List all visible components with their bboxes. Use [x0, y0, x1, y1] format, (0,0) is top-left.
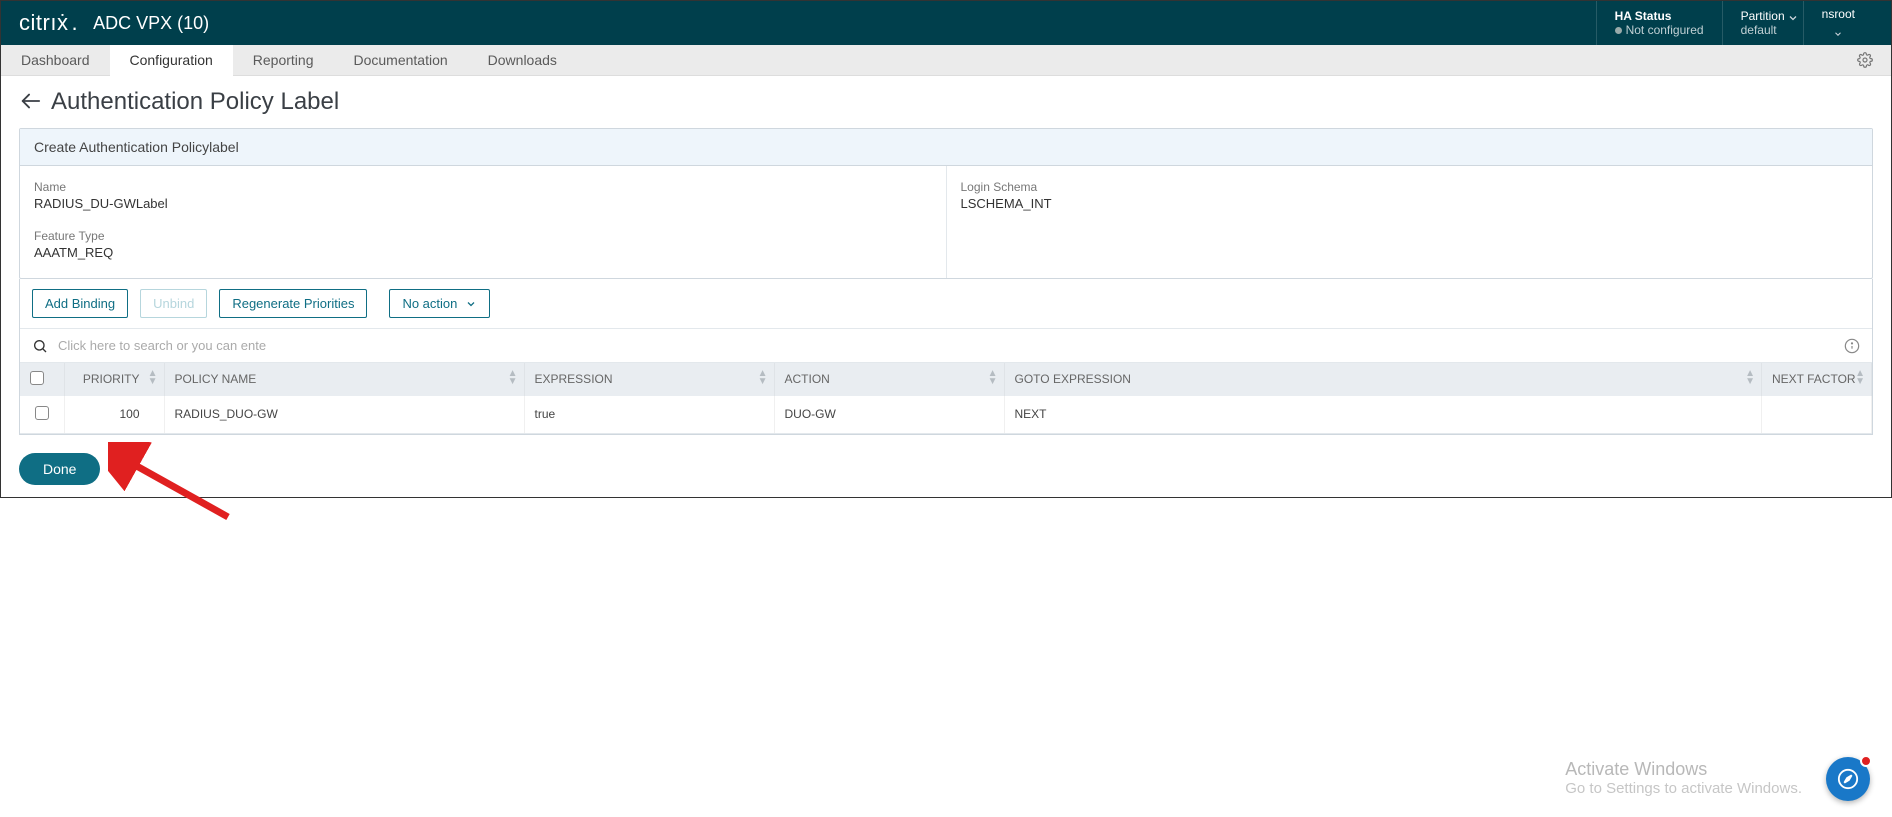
row-checkbox-cell[interactable]	[20, 396, 64, 434]
header-left-group: citrıẋ ADC VPX (10)	[19, 10, 209, 36]
table-row[interactable]: 100 RADIUS_DUO-GW true DUO-GW NEXT	[20, 396, 1872, 434]
partition-title: Partition	[1741, 9, 1785, 23]
add-binding-button[interactable]: Add Binding	[32, 289, 128, 318]
tab-dashboard[interactable]: Dashboard	[1, 45, 110, 76]
sort-icon: ▲▼	[988, 370, 998, 386]
feature-type-label: Feature Type	[34, 229, 932, 243]
toolbar: Add Binding Unbind Regenerate Priorities…	[20, 279, 1872, 329]
search-icon	[32, 337, 48, 354]
no-action-dropdown[interactable]: No action	[389, 289, 490, 318]
col-action[interactable]: ACTION▲▼	[774, 363, 1004, 396]
info-icon	[1844, 338, 1860, 354]
details-panel: Create Authentication Policylabel Name R…	[19, 128, 1873, 279]
windows-watermark: Activate Windows Go to Settings to activ…	[1565, 759, 1802, 797]
name-value: RADIUS_DU-GWLabel	[34, 196, 932, 211]
checkbox-icon	[30, 371, 44, 385]
search-input[interactable]	[58, 338, 1844, 353]
tab-documentation[interactable]: Documentation	[333, 45, 467, 76]
no-action-label: No action	[402, 296, 457, 311]
tab-reporting[interactable]: Reporting	[233, 45, 334, 76]
cell-priority: 100	[64, 396, 164, 434]
sort-icon: ▲▼	[1745, 370, 1755, 386]
watermark-title: Activate Windows	[1565, 759, 1802, 780]
top-header: citrıẋ ADC VPX (10) HA Status Not config…	[1, 1, 1891, 45]
cell-policy-name: RADIUS_DUO-GW	[164, 396, 524, 434]
back-button[interactable]	[19, 90, 41, 115]
tab-bar: Dashboard Configuration Reporting Docume…	[1, 45, 1891, 76]
sort-icon: ▲▼	[148, 370, 158, 386]
unbind-button[interactable]: Unbind	[140, 289, 207, 318]
settings-gear-button[interactable]	[1857, 51, 1873, 68]
search-row	[20, 329, 1872, 363]
page-title: Authentication Policy Label	[51, 88, 339, 116]
login-schema-value: LSCHEMA_INT	[961, 196, 1859, 211]
cell-next-factor	[1762, 396, 1872, 434]
done-button[interactable]: Done	[19, 453, 100, 485]
watermark-subtitle: Go to Settings to activate Windows.	[1565, 780, 1802, 797]
cell-goto-expression: NEXT	[1004, 396, 1762, 434]
bindings-table: PRIORITY▲▼ POLICY NAME▲▼ EXPRESSION▲▼ AC…	[20, 363, 1872, 434]
partition-value: default	[1741, 23, 1785, 37]
col-priority[interactable]: PRIORITY▲▼	[64, 363, 164, 396]
tab-downloads[interactable]: Downloads	[468, 45, 577, 76]
status-dot-icon	[1615, 27, 1622, 34]
ha-status-value: Not configured	[1626, 23, 1704, 37]
gear-icon	[1857, 52, 1873, 68]
page-body: Authentication Policy Label Create Authe…	[1, 76, 1891, 497]
header-right-group: HA Status Not configured Partition defau…	[1596, 1, 1873, 45]
help-fab-button[interactable]	[1826, 757, 1870, 801]
ha-status-title: HA Status	[1615, 9, 1704, 23]
cell-expression: true	[524, 396, 774, 434]
citrix-logo: citrıẋ	[19, 10, 75, 36]
back-arrow-icon	[19, 90, 41, 112]
ha-status-block[interactable]: HA Status Not configured	[1596, 1, 1722, 45]
panel-header: Create Authentication Policylabel	[20, 129, 1872, 166]
panel-left-column: Name RADIUS_DU-GWLabel Feature Type AAAT…	[20, 166, 947, 278]
panel-right-column: Login Schema LSCHEMA_INT	[947, 166, 1873, 278]
binding-list-panel: Add Binding Unbind Regenerate Priorities…	[19, 279, 1873, 435]
cell-action: DUO-GW	[774, 396, 1004, 434]
name-label: Name	[34, 180, 932, 194]
user-block[interactable]: nsroot	[1803, 1, 1873, 45]
login-schema-label: Login Schema	[961, 180, 1859, 194]
page-title-row: Authentication Policy Label	[19, 88, 1873, 116]
tab-configuration[interactable]: Configuration	[110, 45, 233, 76]
panel-body: Name RADIUS_DU-GWLabel Feature Type AAAT…	[20, 166, 1872, 278]
regenerate-priorities-button[interactable]: Regenerate Priorities	[219, 289, 367, 318]
col-expression[interactable]: EXPRESSION▲▼	[524, 363, 774, 396]
chevron-down-icon	[1787, 12, 1799, 24]
checkbox-icon	[35, 406, 49, 420]
col-next-factor[interactable]: NEXT FACTOR▲▼	[1762, 363, 1872, 396]
chevron-down-icon	[465, 298, 477, 310]
info-button[interactable]	[1844, 337, 1860, 354]
notification-dot-icon	[1860, 755, 1872, 767]
col-policy-name[interactable]: POLICY NAME▲▼	[164, 363, 524, 396]
partition-block[interactable]: Partition default	[1722, 1, 1803, 45]
product-name: ADC VPX (10)	[93, 13, 209, 34]
ha-status-value-row: Not configured	[1615, 23, 1704, 37]
feature-type-value: AAATM_REQ	[34, 245, 932, 260]
user-name: nsroot	[1822, 7, 1855, 21]
select-all-header[interactable]	[20, 363, 64, 396]
compass-icon	[1837, 768, 1859, 790]
sort-icon: ▲▼	[758, 370, 768, 386]
col-goto-expression[interactable]: GOTO EXPRESSION▲▼	[1004, 363, 1762, 396]
chevron-down-icon	[1832, 29, 1844, 39]
sort-icon: ▲▼	[508, 370, 518, 386]
table-header-row: PRIORITY▲▼ POLICY NAME▲▼ EXPRESSION▲▼ AC…	[20, 363, 1872, 396]
sort-icon: ▲▼	[1855, 370, 1865, 386]
